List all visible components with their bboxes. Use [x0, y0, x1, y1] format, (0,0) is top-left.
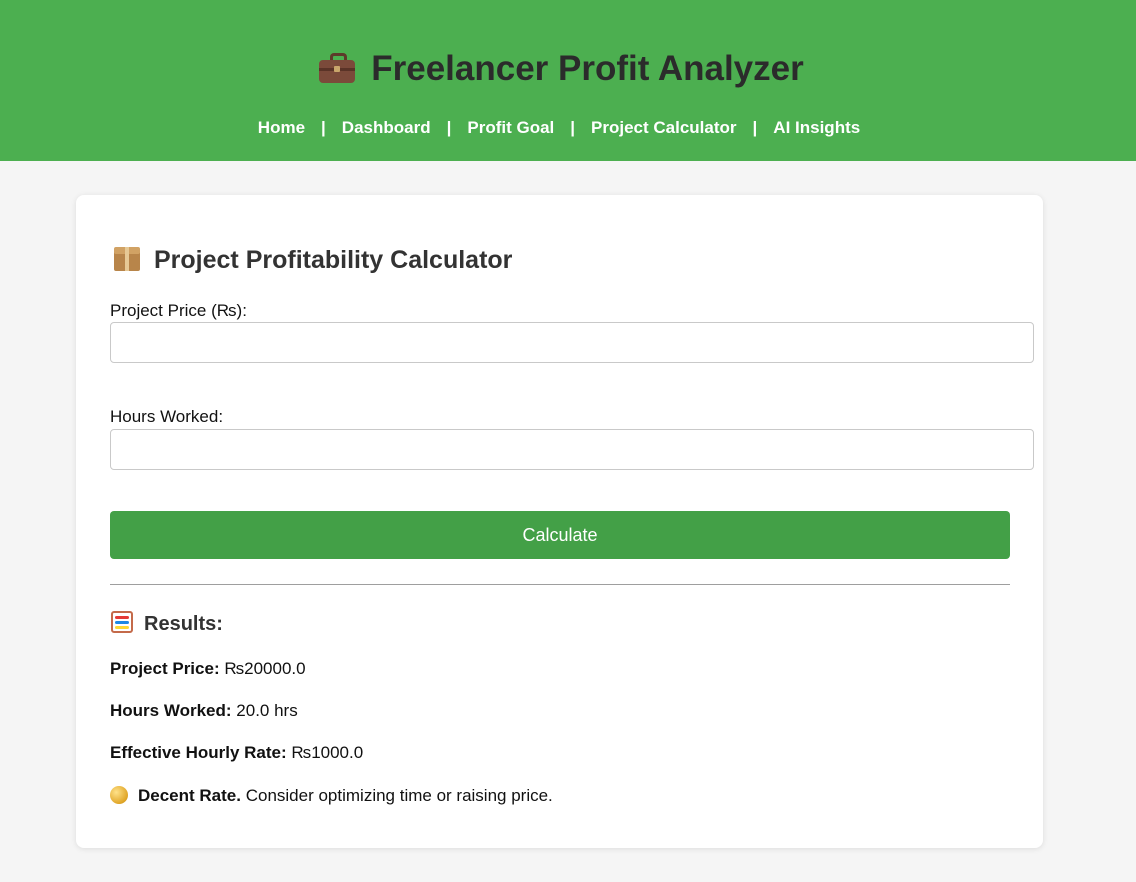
result-hourly-rate: Effective Hourly Rate: ₨1000.0: [110, 742, 363, 764]
project-price-input[interactable]: [110, 322, 1034, 363]
calculator-title-text: Project Profitability Calculator: [154, 246, 513, 274]
calculate-button[interactable]: Calculate: [110, 511, 1010, 559]
site-title: Freelancer Profit Analyzer: [0, 46, 1123, 92]
verdict-text: Consider optimizing time or raising pric…: [245, 786, 553, 805]
nav-separator: |: [570, 118, 576, 137]
result-value: ₨1000.0: [291, 743, 364, 762]
result-value: 20.0 hrs: [236, 701, 298, 720]
project-price-label: Project Price (₨):: [110, 301, 247, 320]
nav-separator: |: [321, 118, 326, 137]
result-label: Hours Worked:: [110, 701, 232, 720]
rate-verdict: Decent Rate. Consider optimizing time or…: [110, 785, 553, 807]
hours-worked-input[interactable]: [110, 429, 1034, 470]
verdict-label: Decent Rate.: [138, 786, 241, 805]
calculator-card: Project Profitability Calculator Project…: [76, 195, 1043, 848]
package-icon: [114, 245, 140, 271]
result-hours-worked: Hours Worked: 20.0 hrs: [110, 700, 298, 722]
results-title: Results:: [111, 611, 223, 637]
result-value: ₨20000.0: [224, 659, 306, 678]
site-title-text: Freelancer Profit Analyzer: [371, 49, 804, 88]
hours-worked-label: Hours Worked:: [110, 407, 224, 426]
results-title-text: Results:: [144, 613, 223, 635]
briefcase-icon: [319, 53, 356, 83]
calculator-title: Project Profitability Calculator: [114, 244, 512, 276]
nav-separator: |: [446, 118, 452, 137]
nav-separator: |: [752, 118, 758, 137]
nav-link-dashboard[interactable]: Dashboard: [342, 118, 431, 137]
result-project-price: Project Price: ₨20000.0: [110, 658, 306, 680]
abacus-icon: [111, 611, 133, 633]
site-header: Freelancer Profit Analyzer Home | Dashboar…: [0, 0, 1136, 161]
nav-link-home[interactable]: Home: [258, 118, 305, 137]
result-label: Effective Hourly Rate:: [110, 743, 287, 762]
nav-link-project-calculator[interactable]: Project Calculator: [591, 118, 737, 137]
result-label: Project Price:: [110, 659, 220, 678]
main-nav: Home | Dashboard | Profit Goal | Project Calcu…: [0, 116, 1118, 140]
yellow-circle-icon: [110, 786, 128, 804]
nav-link-profit-goal[interactable]: Profit Goal: [467, 118, 554, 137]
divider: [110, 584, 1010, 585]
nav-link-ai-insights[interactable]: AI Insights: [773, 118, 860, 137]
